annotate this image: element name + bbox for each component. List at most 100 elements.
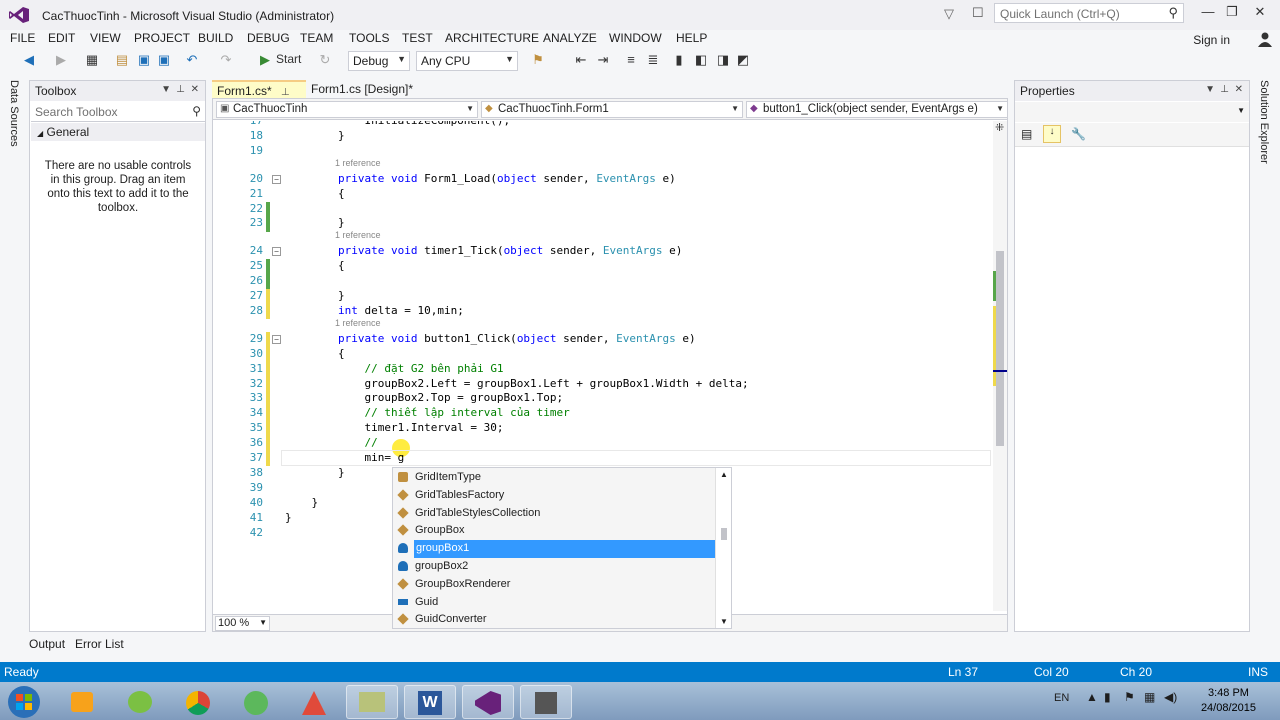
pin-icon[interactable]: ⊥ (176, 84, 185, 95)
menu-debug[interactable]: DEBUG (247, 31, 290, 45)
word-icon[interactable]: W (404, 685, 456, 719)
code-line[interactable]: // (285, 436, 377, 449)
find-in-files-icon[interactable]: ⚑ (530, 52, 546, 70)
panel-menu-icon[interactable]: ▼ (1205, 84, 1215, 95)
feedback-icon[interactable]: ☐ (972, 5, 984, 21)
codelens-reference[interactable]: 1 reference (335, 318, 381, 328)
completion-item[interactable]: GuidConverter (393, 611, 717, 628)
tab-output[interactable]: Output (29, 637, 65, 651)
menu-project[interactable]: PROJECT (134, 31, 190, 45)
clock[interactable]: 3:48 PM 24/08/2015 (1201, 686, 1256, 716)
volume-icon[interactable]: ◀) (1164, 690, 1177, 704)
close-button[interactable]: ✕ (1248, 4, 1272, 24)
completion-scrollbar[interactable]: ▲ ▼ (715, 468, 731, 628)
tray-app-icon[interactable]: ▮ (1104, 690, 1111, 704)
code-line[interactable]: min= g (285, 451, 404, 464)
start-orb-icon[interactable] (6, 684, 42, 720)
redo-icon[interactable]: ↷ (218, 52, 234, 70)
code-line[interactable]: groupBox2.Left = groupBox1.Left + groupB… (285, 377, 748, 390)
pin-icon[interactable]: ⊥ (1220, 84, 1229, 95)
zoom-select[interactable]: 100 % ▼ (215, 616, 270, 631)
project-dropdown[interactable]: ▣ CacThuocTinh ▼ (216, 101, 478, 118)
completion-item[interactable]: GridTableStylesCollection (393, 505, 717, 523)
outdent-icon[interactable]: ⇥ (596, 52, 610, 70)
chrome-icon[interactable] (172, 685, 224, 719)
recorder-icon[interactable] (520, 685, 572, 719)
menu-edit[interactable]: EDIT (48, 31, 75, 45)
maximize-button[interactable]: ❐ (1220, 4, 1244, 24)
code-line[interactable]: } (285, 129, 345, 142)
code-line[interactable]: } (285, 496, 318, 509)
type-dropdown[interactable]: ◆ CacThuocTinh.Form1 ▼ (481, 101, 743, 118)
user-icon[interactable] (1256, 30, 1274, 48)
flag-icon[interactable]: ⚑ (1124, 690, 1135, 704)
media-player-icon[interactable] (56, 685, 108, 719)
coccoc-icon[interactable] (230, 685, 282, 719)
codelens-reference[interactable]: 1 reference (335, 230, 381, 240)
scrollbar-thumb[interactable] (721, 528, 727, 540)
start-button[interactable]: Start (276, 52, 306, 70)
notes-app-icon[interactable] (346, 685, 398, 719)
back-icon[interactable]: ◀ (22, 52, 36, 70)
menu-build[interactable]: BUILD (198, 31, 233, 45)
scrollbar-thumb[interactable] (996, 251, 1004, 446)
close-icon[interactable]: ✕ (191, 84, 199, 95)
tab-form1-design[interactable]: Form1.cs [Design]* (306, 80, 430, 98)
completion-item[interactable]: groupBox2 (393, 558, 717, 576)
completion-item[interactable]: groupBox1 (398, 540, 716, 558)
minimize-button[interactable]: — (1196, 4, 1220, 24)
code-line[interactable]: timer1.Interval = 30; (285, 421, 503, 434)
menu-team[interactable]: TEAM (300, 31, 333, 45)
code-line[interactable]: } (285, 466, 345, 479)
language-indicator[interactable]: EN (1054, 692, 1069, 704)
code-line[interactable]: InitializeComponent(); (285, 121, 510, 127)
object-select[interactable]: ▼ (1015, 102, 1249, 122)
scroll-up-icon[interactable]: ▲ (720, 470, 728, 479)
undo-icon[interactable]: ↶ (184, 52, 200, 70)
solution-explorer-tab[interactable]: Solution Explorer (1256, 80, 1274, 180)
panel-menu-icon[interactable]: ▼ (161, 84, 171, 95)
open-file-icon[interactable]: ▤ (114, 52, 130, 70)
menu-window[interactable]: WINDOW (609, 31, 662, 45)
refresh-icon[interactable]: ↻ (318, 52, 332, 70)
split-icon[interactable]: ⁜ (995, 121, 1004, 134)
code-line[interactable]: } (285, 289, 345, 302)
code-line[interactable]: private void Form1_Load(object sender, E… (285, 172, 676, 185)
indent-icon[interactable]: ⇤ (574, 52, 588, 70)
pin-icon[interactable]: ⊥ (281, 87, 290, 98)
uncomment-lines-icon[interactable]: ≣ (646, 52, 660, 70)
completion-item[interactable]: Guid (393, 594, 717, 612)
menu-file[interactable]: FILE (10, 31, 35, 45)
forward-icon[interactable]: ▶ (54, 52, 68, 70)
menu-tools[interactable]: TOOLS (349, 31, 389, 45)
menu-architecture[interactable]: ARCHITECTURE (445, 31, 539, 45)
tray-expand-icon[interactable]: ▲ (1086, 690, 1098, 704)
collapse-icon[interactable]: − (272, 247, 281, 257)
visual-studio-taskbar-icon[interactable] (462, 685, 514, 719)
completion-item[interactable]: GridItemType (393, 469, 717, 487)
solution-platform-select[interactable]: Any CPU ▼ (416, 51, 518, 71)
codelens-reference[interactable]: 1 reference (335, 158, 381, 168)
collapse-icon[interactable]: − (272, 174, 281, 184)
tab-form1-cs[interactable]: Form1.cs* ⊥ ✕ (212, 80, 306, 112)
collapse-icon[interactable]: − (272, 334, 281, 344)
bookmark-icon[interactable]: ▮ (672, 52, 686, 70)
previous-bookmark-icon[interactable]: ◧ (694, 52, 708, 70)
save-icon[interactable]: ▣ (136, 52, 152, 70)
completion-item[interactable]: GroupBox (393, 522, 717, 540)
clear-bookmarks-icon[interactable]: ◩ (736, 52, 750, 70)
toolbox-group-general[interactable]: ◢ General (31, 123, 205, 141)
alphabetical-icon[interactable]: ↓ (1043, 125, 1061, 143)
start-icon[interactable]: ▶ (258, 52, 272, 70)
next-bookmark-icon[interactable]: ◨ (716, 52, 730, 70)
toolbox-search-input[interactable]: Search Toolbox ⚲ (31, 102, 205, 122)
code-line[interactable]: } (285, 216, 345, 229)
code-line[interactable]: } (285, 511, 292, 524)
network-icon[interactable]: ▦ (1144, 690, 1155, 704)
unikey-icon[interactable] (288, 685, 340, 719)
data-sources-tab[interactable]: Data Sources (6, 80, 24, 640)
member-dropdown[interactable]: ◆ button1_Click(object sender, EventArgs… (746, 101, 1008, 118)
code-line[interactable]: // đặt G2 bên phải G1 (285, 362, 503, 375)
completion-item[interactable]: GroupBoxRenderer (393, 576, 717, 594)
scroll-down-icon[interactable]: ▼ (720, 617, 728, 626)
